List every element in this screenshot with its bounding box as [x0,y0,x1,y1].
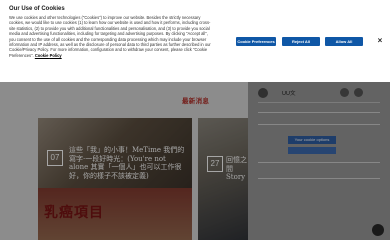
cookie-body: We use cookies and other technologies ("… [9,15,214,58]
cookie-body-text: We use cookies and other technologies ("… [9,15,211,58]
allow-all-button[interactable]: Allow All [325,37,363,46]
reject-all-button[interactable]: Reject All [282,37,320,46]
cookie-title: Our Use of Cookies [9,6,65,12]
chat-icon[interactable] [372,224,384,236]
cookie-policy-link[interactable]: Cookie Policy [35,53,62,58]
cookie-preferences-button[interactable]: Cookie Preferences [236,37,276,46]
close-icon[interactable]: × [375,36,385,46]
cookie-banner: Our Use of Cookies We use cookies and ot… [0,0,390,82]
